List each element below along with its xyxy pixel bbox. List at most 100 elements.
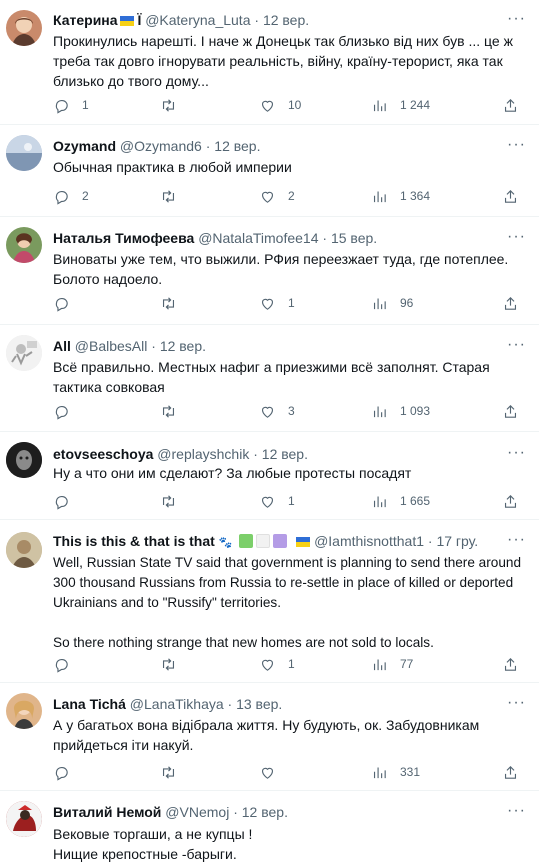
separator-dot: · [151, 338, 156, 354]
views-button[interactable]: 331 [371, 762, 420, 782]
tweet[interactable]: Ozymand @Ozymand6 · 12 вер. ··· Обычная … [0, 125, 539, 217]
tweet[interactable]: etovseeschoya @replayshchik · 12 вер. ··… [0, 432, 539, 520]
timestamp[interactable]: 12 вер. [263, 12, 309, 28]
more-icon[interactable]: ··· [507, 802, 525, 820]
like-button[interactable]: 1 [259, 293, 295, 313]
tweet-actions: 1 1 665 [53, 491, 519, 511]
more-icon[interactable]: ··· [507, 694, 525, 712]
retweet-button[interactable] [160, 762, 189, 782]
display-name[interactable]: Lana Tichá [53, 696, 126, 712]
white-square-icon [256, 534, 271, 548]
handle[interactable]: @Iamthisnotthat1 [314, 533, 424, 549]
tweet-actions: 331 [53, 762, 519, 782]
reply-button[interactable]: 1 [53, 95, 89, 115]
share-button[interactable] [502, 401, 519, 421]
timestamp[interactable]: 17 гру. [436, 533, 478, 549]
handle[interactable]: @VNemoj [165, 804, 229, 820]
tweet-text: Well, Russian State TV said that governm… [53, 555, 522, 650]
share-button[interactable] [502, 186, 519, 206]
share-button[interactable] [502, 293, 519, 313]
views-icon [373, 100, 386, 111]
tweet-text: Ну а что они им сделают? За любые протес… [53, 465, 412, 481]
display-name[interactable]: Наталья Тимофеева [53, 230, 194, 246]
display-name[interactable]: This is this & that is that [53, 533, 215, 549]
timestamp[interactable]: 12 вер. [242, 804, 288, 820]
timestamp[interactable]: 12 вер. [214, 138, 260, 154]
reply-button[interactable] [53, 491, 82, 511]
avatar[interactable] [6, 801, 42, 837]
reply-button[interactable] [53, 762, 82, 782]
retweet-button[interactable] [160, 491, 189, 511]
avatar[interactable] [6, 532, 42, 568]
share-button[interactable] [502, 654, 519, 674]
handle[interactable]: @BalbesAll [75, 338, 148, 354]
more-icon[interactable]: ··· [507, 336, 525, 354]
tweet-header: Наталья Тимофеева @NatalaTimofee14 · 15 … [53, 229, 509, 247]
tweet[interactable]: Наталья Тимофеева @NatalaTimofee14 · 15 … [0, 217, 539, 325]
more-icon[interactable]: ··· [507, 10, 525, 28]
like-button[interactable]: 1 [259, 654, 295, 674]
retweet-button[interactable] [160, 654, 189, 674]
views-button[interactable]: 1 093 [371, 401, 430, 421]
more-icon[interactable]: ··· [507, 228, 525, 246]
handle[interactable]: @Ozymand6 [120, 138, 202, 154]
handle[interactable]: @LanaTikhaya [130, 696, 224, 712]
retweet-button[interactable] [160, 293, 189, 313]
display-name[interactable]: Виталий Немой [53, 804, 161, 820]
reply-button[interactable] [53, 401, 82, 421]
reply-button[interactable] [53, 654, 82, 674]
like-button[interactable] [259, 762, 288, 782]
more-icon[interactable]: ··· [507, 531, 525, 549]
retweet-button[interactable] [160, 95, 189, 115]
tweet[interactable]: Виталий Немой @VNemoj · 12 вер. ··· Веко… [0, 791, 539, 868]
display-name[interactable]: All [53, 338, 71, 354]
handle[interactable]: @replayshchik [157, 446, 249, 462]
reply-icon [55, 495, 68, 510]
display-name[interactable]: Ozymand [53, 138, 116, 154]
share-button[interactable] [502, 762, 519, 782]
views-button[interactable]: 96 [371, 293, 413, 313]
avatar[interactable] [6, 442, 42, 478]
timestamp[interactable]: 15 вер. [331, 230, 377, 246]
display-name[interactable]: etovseeschoya [53, 446, 153, 462]
views-button[interactable]: 77 [371, 654, 413, 674]
tweet[interactable]: This is this & that is that 🐾 @Iamthisno… [0, 520, 539, 683]
display-name[interactable]: Катерина [53, 12, 118, 28]
share-button[interactable] [502, 491, 519, 511]
like-button[interactable]: 2 [259, 186, 295, 206]
like-button[interactable]: 3 [259, 401, 295, 421]
more-icon[interactable]: ··· [507, 444, 525, 462]
avatar[interactable] [6, 135, 42, 171]
views-icon [373, 496, 386, 507]
reply-button[interactable]: 2 [53, 186, 89, 206]
retweet-button[interactable] [160, 401, 189, 421]
reply-icon [55, 766, 68, 781]
timestamp[interactable]: 12 вер. [160, 338, 206, 354]
avatar[interactable] [6, 335, 42, 371]
more-icon[interactable]: ··· [507, 136, 525, 154]
tweet[interactable]: All @BalbesAll · 12 вер. ··· Всё правиль… [0, 325, 539, 432]
ukraine-flag-icon [296, 537, 311, 547]
tweet[interactable]: Катерина Ї @Kateryna_Luta · 12 вер. ··· … [0, 0, 539, 125]
timestamp[interactable]: 13 вер. [236, 696, 282, 712]
retweet-button[interactable] [160, 186, 189, 206]
views-button[interactable]: 1 244 [371, 95, 430, 115]
avatar[interactable] [6, 693, 42, 729]
views-button[interactable]: 1 364 [371, 186, 430, 206]
views-button[interactable]: 1 665 [371, 491, 430, 511]
share-button[interactable] [502, 95, 519, 115]
like-button[interactable]: 1 [259, 491, 295, 511]
avatar[interactable] [6, 10, 42, 46]
avatar[interactable] [6, 227, 42, 263]
reply-button[interactable] [53, 293, 82, 313]
tweet[interactable]: Lana Tichá @LanaTikhaya · 13 вер. ··· А … [0, 683, 539, 791]
like-button[interactable]: 10 [259, 95, 301, 115]
handle[interactable]: @NatalaTimofee14 [198, 230, 318, 246]
timestamp[interactable]: 12 вер. [262, 446, 308, 462]
tweet-header: Ozymand @Ozymand6 · 12 вер. [53, 137, 509, 155]
handle[interactable]: @Kateryna_Luta [145, 12, 250, 28]
separator-dot: · [254, 12, 260, 28]
like-icon [261, 496, 274, 508]
tweet-header: Lana Tichá @LanaTikhaya · 13 вер. [53, 695, 509, 713]
retweet-icon [162, 296, 175, 310]
